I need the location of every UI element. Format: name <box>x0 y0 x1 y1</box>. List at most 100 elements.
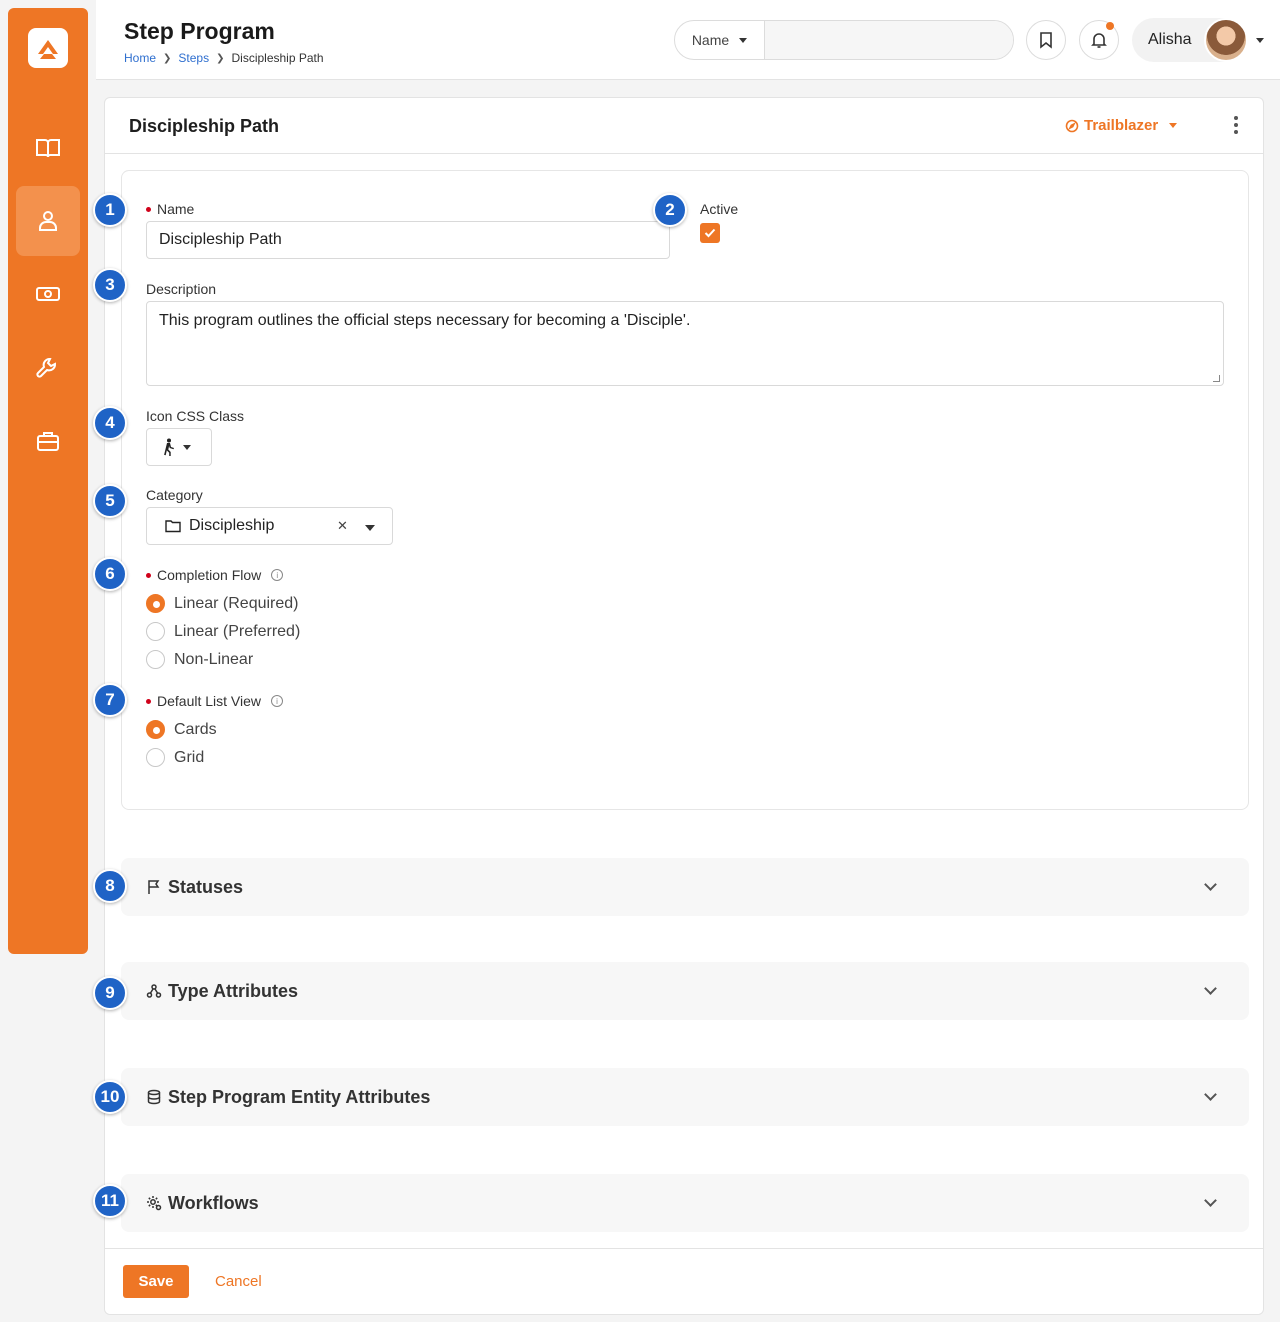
breadcrumb-current: Discipleship Path <box>231 51 324 65</box>
info-icon[interactable]: i <box>271 695 284 707</box>
radio-label: Linear (Required) <box>174 594 299 612</box>
sidebar-item-book[interactable] <box>16 113 80 183</box>
name-label-text: Name <box>157 201 195 217</box>
chevron-down-icon[interactable] <box>1204 878 1217 891</box>
notification-dot <box>1106 22 1114 30</box>
save-button[interactable]: Save <box>123 1265 189 1298</box>
description-field[interactable]: This program outlines the official steps… <box>146 301 1224 386</box>
briefcase-icon <box>37 432 59 451</box>
details-panel <box>121 170 1249 810</box>
section-workflows[interactable]: Workflows <box>121 1174 1249 1232</box>
section-title: Statuses <box>168 876 244 897</box>
search-scope-label: Name <box>691 32 730 48</box>
completion-flow-option[interactable]: Non-Linear <box>146 650 253 669</box>
required-indicator <box>146 572 151 578</box>
user-menu[interactable]: Alisha <box>1132 18 1248 62</box>
info-icon[interactable]: i <box>271 569 284 581</box>
flag-icon <box>148 880 160 894</box>
callout-marker: 10 <box>93 1080 127 1114</box>
breadcrumb-home[interactable]: Home <box>124 51 156 65</box>
section-title: Type Attributes <box>168 980 299 1001</box>
sidebar <box>8 8 88 954</box>
trailblazer-badge[interactable]: Trailblazer <box>1065 117 1178 134</box>
category-label: Category <box>146 487 203 503</box>
resize-grip-icon[interactable] <box>1213 375 1220 382</box>
icon-css-class-label: Icon CSS Class <box>146 408 245 424</box>
step-program-card: Discipleship Path Trailblazer Name Disci… <box>104 97 1264 1315</box>
callout-marker: 9 <box>93 976 127 1010</box>
card-footer: Save Cancel <box>105 1248 1263 1314</box>
callout-marker: 7 <box>93 683 127 717</box>
card-title: Discipleship Path <box>129 116 280 136</box>
database-icon <box>147 1089 161 1105</box>
section-entity-attributes[interactable]: Step Program Entity Attributes <box>121 1068 1249 1126</box>
search-scope-select[interactable]: Name <box>675 21 765 59</box>
money-icon <box>36 287 60 301</box>
compass-icon <box>1065 119 1079 132</box>
rock-logo[interactable] <box>28 28 68 68</box>
icon-picker[interactable] <box>146 428 212 466</box>
callout-marker: 1 <box>93 193 127 227</box>
default-list-view-label-text: Default List View <box>157 693 262 709</box>
radio-selected[interactable] <box>146 720 165 739</box>
user-name: Alisha <box>1148 31 1192 48</box>
active-checkbox[interactable] <box>700 223 720 243</box>
radio-unselected[interactable] <box>146 622 165 641</box>
chevron-down-icon[interactable] <box>1204 1088 1217 1101</box>
description-label: Description <box>146 281 217 297</box>
default-list-view-option[interactable]: Grid <box>146 748 204 767</box>
cog-icon <box>147 1196 162 1211</box>
caret-down-icon <box>183 444 191 450</box>
bookmark-button[interactable] <box>1026 20 1066 60</box>
book-icon <box>36 139 60 158</box>
notifications-button[interactable] <box>1079 20 1119 60</box>
bell-icon <box>1091 33 1107 48</box>
radio-unselected[interactable] <box>146 748 165 767</box>
top-header: Step Program Home ❯ Steps ❯ Discipleship… <box>96 0 1280 80</box>
wrench-icon <box>36 358 56 378</box>
radio-unselected[interactable] <box>146 650 165 669</box>
sidebar-item-finance[interactable] <box>16 259 80 329</box>
caret-down-icon <box>1169 123 1178 128</box>
callout-marker: 3 <box>93 268 127 302</box>
sidebar-item-people[interactable] <box>16 186 80 256</box>
badge-label: Trailblazer <box>1084 117 1159 134</box>
section-type-attributes[interactable]: Type Attributes <box>121 962 1249 1020</box>
cancel-button[interactable]: Cancel <box>215 1273 262 1290</box>
breadcrumb: Home ❯ Steps ❯ Discipleship Path <box>124 51 324 65</box>
completion-flow-option[interactable]: Linear (Preferred) <box>146 622 300 641</box>
folder-icon <box>165 520 181 533</box>
chevron-down-icon[interactable] <box>1204 1194 1217 1207</box>
callout-marker: 5 <box>93 484 127 518</box>
callout-marker: 2 <box>653 193 687 227</box>
completion-flow-label: Completion Flow i <box>146 567 284 583</box>
default-list-view-option[interactable]: Cards <box>146 720 217 739</box>
caret-down-icon[interactable] <box>365 525 375 531</box>
breadcrumb-steps[interactable]: Steps <box>178 51 209 65</box>
default-list-view-label: Default List View i <box>146 693 284 709</box>
sidebar-item-admin[interactable] <box>16 406 80 476</box>
required-indicator <box>146 698 151 704</box>
section-title: Step Program Entity Attributes <box>168 1086 431 1107</box>
callout-marker: 4 <box>93 406 127 440</box>
sidebar-item-tools[interactable] <box>16 333 80 403</box>
completion-flow-option[interactable]: Linear (Required) <box>146 594 299 613</box>
name-field[interactable]: Discipleship Path <box>146 221 670 259</box>
name-label: Name <box>146 201 194 217</box>
callout-marker: 11 <box>93 1184 127 1218</box>
clear-icon[interactable]: ✕ <box>337 518 348 534</box>
avatar <box>1204 18 1248 62</box>
chevron-right-icon: ❯ <box>163 52 172 64</box>
bookmark-icon <box>1040 32 1052 49</box>
more-options-icon[interactable] <box>1233 116 1239 134</box>
check-icon <box>704 228 716 238</box>
section-title: Workflows <box>168 1192 259 1213</box>
active-label: Active <box>700 201 739 217</box>
category-picker[interactable]: Discipleship ✕ <box>146 507 393 545</box>
radio-selected[interactable] <box>146 594 165 613</box>
radio-label: Cards <box>174 720 217 738</box>
search-input[interactable] <box>765 21 1013 59</box>
chevron-down-icon[interactable] <box>1204 982 1217 995</box>
user-menu-caret-icon[interactable] <box>1256 38 1264 43</box>
section-statuses[interactable]: Statuses <box>121 858 1249 916</box>
